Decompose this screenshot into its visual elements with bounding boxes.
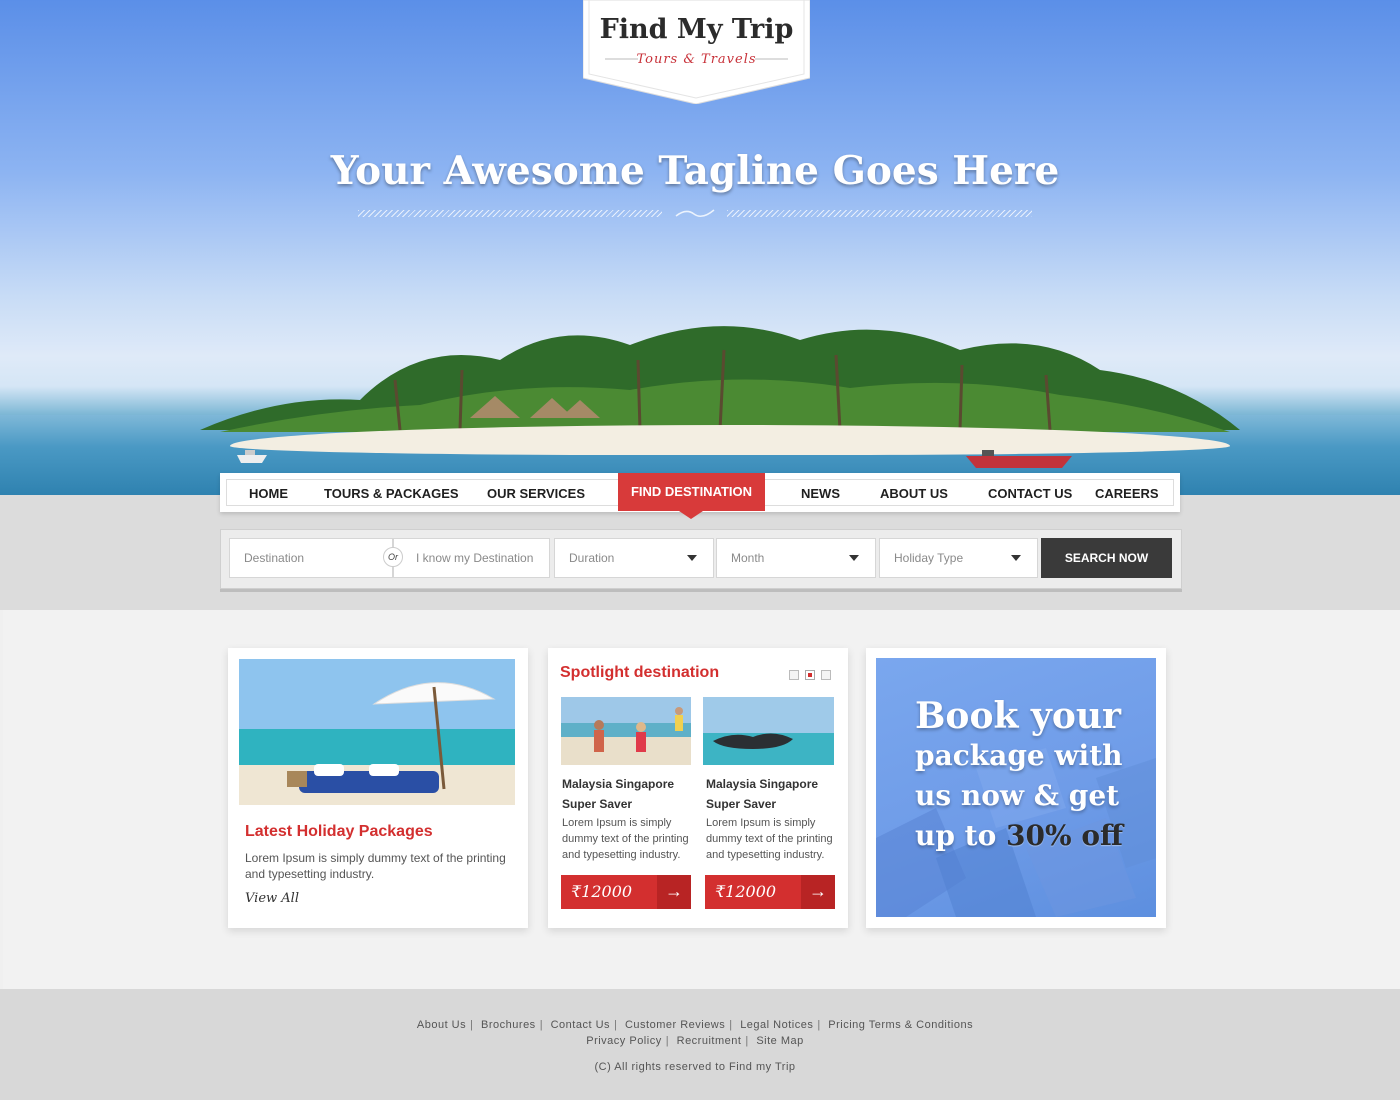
footer-link-privacy[interactable]: Privacy Policy xyxy=(586,1035,661,1047)
footer-link-reviews[interactable]: Customer Reviews xyxy=(625,1019,725,1031)
slider-dot-3[interactable] xyxy=(821,670,831,680)
holiday-type-label: Holiday Type xyxy=(894,551,964,565)
latest-packages-text: Lorem Ipsum is simply dummy text of the … xyxy=(245,851,506,881)
nav-contact-us[interactable]: CONTACT US xyxy=(988,486,1072,501)
arrow-right-icon: → xyxy=(801,875,835,909)
nav-find-destination-label: FIND DESTINATION xyxy=(630,484,753,499)
logo-subtitle: Tours & Travels xyxy=(636,52,757,67)
promo-discount: 30% off xyxy=(1006,819,1124,852)
spotlight-item-1-name[interactable]: Malaysia Singapore Super Saver xyxy=(562,774,692,814)
chevron-down-icon xyxy=(687,555,697,561)
footer-link-recruitment[interactable]: Recruitment xyxy=(677,1035,742,1047)
tagline-divider xyxy=(358,210,662,217)
destination-input[interactable]: Destination xyxy=(229,538,393,578)
promo-line-4: up to 30% off xyxy=(915,816,1123,856)
spotlight-image-1[interactable] xyxy=(561,697,691,765)
spotlight-item-2-desc: Lorem Ipsum is simply dummy text of the … xyxy=(706,817,833,861)
nav-find-destination[interactable]: FIND DESTINATION xyxy=(618,473,765,519)
separator: | xyxy=(470,1019,474,1031)
footer-links-row-2: Privacy Policy | Recruitment | Site Map xyxy=(0,1035,1390,1047)
arrow-right-icon: → xyxy=(657,875,691,909)
logo-title: Find My Trip xyxy=(599,14,794,45)
slider-dot-2[interactable] xyxy=(805,670,815,680)
footer-link-sitemap[interactable]: Site Map xyxy=(756,1035,803,1047)
tagline-divider xyxy=(727,210,1032,217)
promo-line-4-prefix: up to xyxy=(915,819,997,852)
footer-link-about[interactable]: About Us xyxy=(417,1019,466,1031)
price-label: ₹12000 xyxy=(571,882,633,901)
separator: | xyxy=(729,1019,733,1031)
price-label: ₹12000 xyxy=(715,882,777,901)
separator: | xyxy=(539,1019,544,1031)
spotlight-item-2-name[interactable]: Malaysia Singapore Super Saver xyxy=(706,774,836,814)
promo-line-2: package with xyxy=(915,739,1123,772)
footer-link-pricing[interactable]: Pricing Terms & Conditions xyxy=(828,1019,973,1031)
nav-our-services[interactable]: OUR SERVICES xyxy=(487,486,585,501)
view-all-link[interactable]: View All xyxy=(245,891,299,906)
spotlight-item-1-desc: Lorem Ipsum is simply dummy text of the … xyxy=(562,817,689,861)
boat-icon xyxy=(237,450,267,463)
spotlight-title: Spotlight destination xyxy=(560,664,720,681)
slider-dot-1[interactable] xyxy=(789,670,799,680)
copyright: (C) All rights reserved to Find my Trip xyxy=(594,1061,796,1073)
footer-link-legal[interactable]: Legal Notices xyxy=(740,1019,813,1031)
month-select[interactable]: Month xyxy=(716,538,876,578)
footer-link-contact[interactable]: Contact Us xyxy=(551,1019,610,1031)
footer-link-brochures[interactable]: Brochures xyxy=(481,1019,536,1031)
footer-links-row-1: About Us | Brochures | Contact Us | Custome… xyxy=(0,1019,1390,1031)
promo-banner[interactable]: Book your package with us now & get up t… xyxy=(876,658,1156,917)
separator: | xyxy=(614,1019,618,1031)
nav-news[interactable]: NEWS xyxy=(801,486,840,501)
search-button[interactable]: SEARCH NOW xyxy=(1041,538,1172,578)
separator: | xyxy=(817,1019,821,1031)
or-badge: Or xyxy=(383,547,403,567)
spotlight-item-2-price-button[interactable]: ₹12000 → xyxy=(705,875,835,909)
spotlight-image-2[interactable] xyxy=(703,697,834,765)
nav-careers[interactable]: CAREERS xyxy=(1095,486,1159,501)
ornament-icon xyxy=(675,209,715,217)
duration-label: Duration xyxy=(569,551,615,565)
known-destination-input[interactable]: I know my Destination xyxy=(393,538,550,578)
beach-umbrella-image[interactable] xyxy=(239,659,515,805)
month-label: Month xyxy=(731,551,765,565)
holiday-type-select[interactable]: Holiday Type xyxy=(879,538,1038,578)
nav-home[interactable]: HOME xyxy=(249,486,288,501)
spotlight-item-1-price-button[interactable]: ₹12000 → xyxy=(561,875,691,909)
logo[interactable]: Find My Trip Tours & Travels xyxy=(583,0,810,104)
separator: | xyxy=(665,1035,670,1047)
promo-line-1: Book your xyxy=(915,695,1121,737)
promo-line-3: us now & get xyxy=(915,779,1120,812)
chevron-down-icon xyxy=(849,555,859,561)
nav-about-us[interactable]: ABOUT US xyxy=(880,486,948,501)
duration-select[interactable]: Duration xyxy=(554,538,714,578)
latest-packages-title: Latest Holiday Packages xyxy=(245,823,433,840)
boat-icon xyxy=(966,450,1072,468)
hero-tagline: Your Awesome Tagline Goes Here xyxy=(330,148,1060,194)
separator: | xyxy=(745,1035,749,1047)
nav-tours-packages[interactable]: TOURS & PACKAGES xyxy=(324,486,459,501)
promo-text: Book your package with us now & get up t… xyxy=(915,696,1123,856)
chevron-down-icon xyxy=(1011,555,1021,561)
